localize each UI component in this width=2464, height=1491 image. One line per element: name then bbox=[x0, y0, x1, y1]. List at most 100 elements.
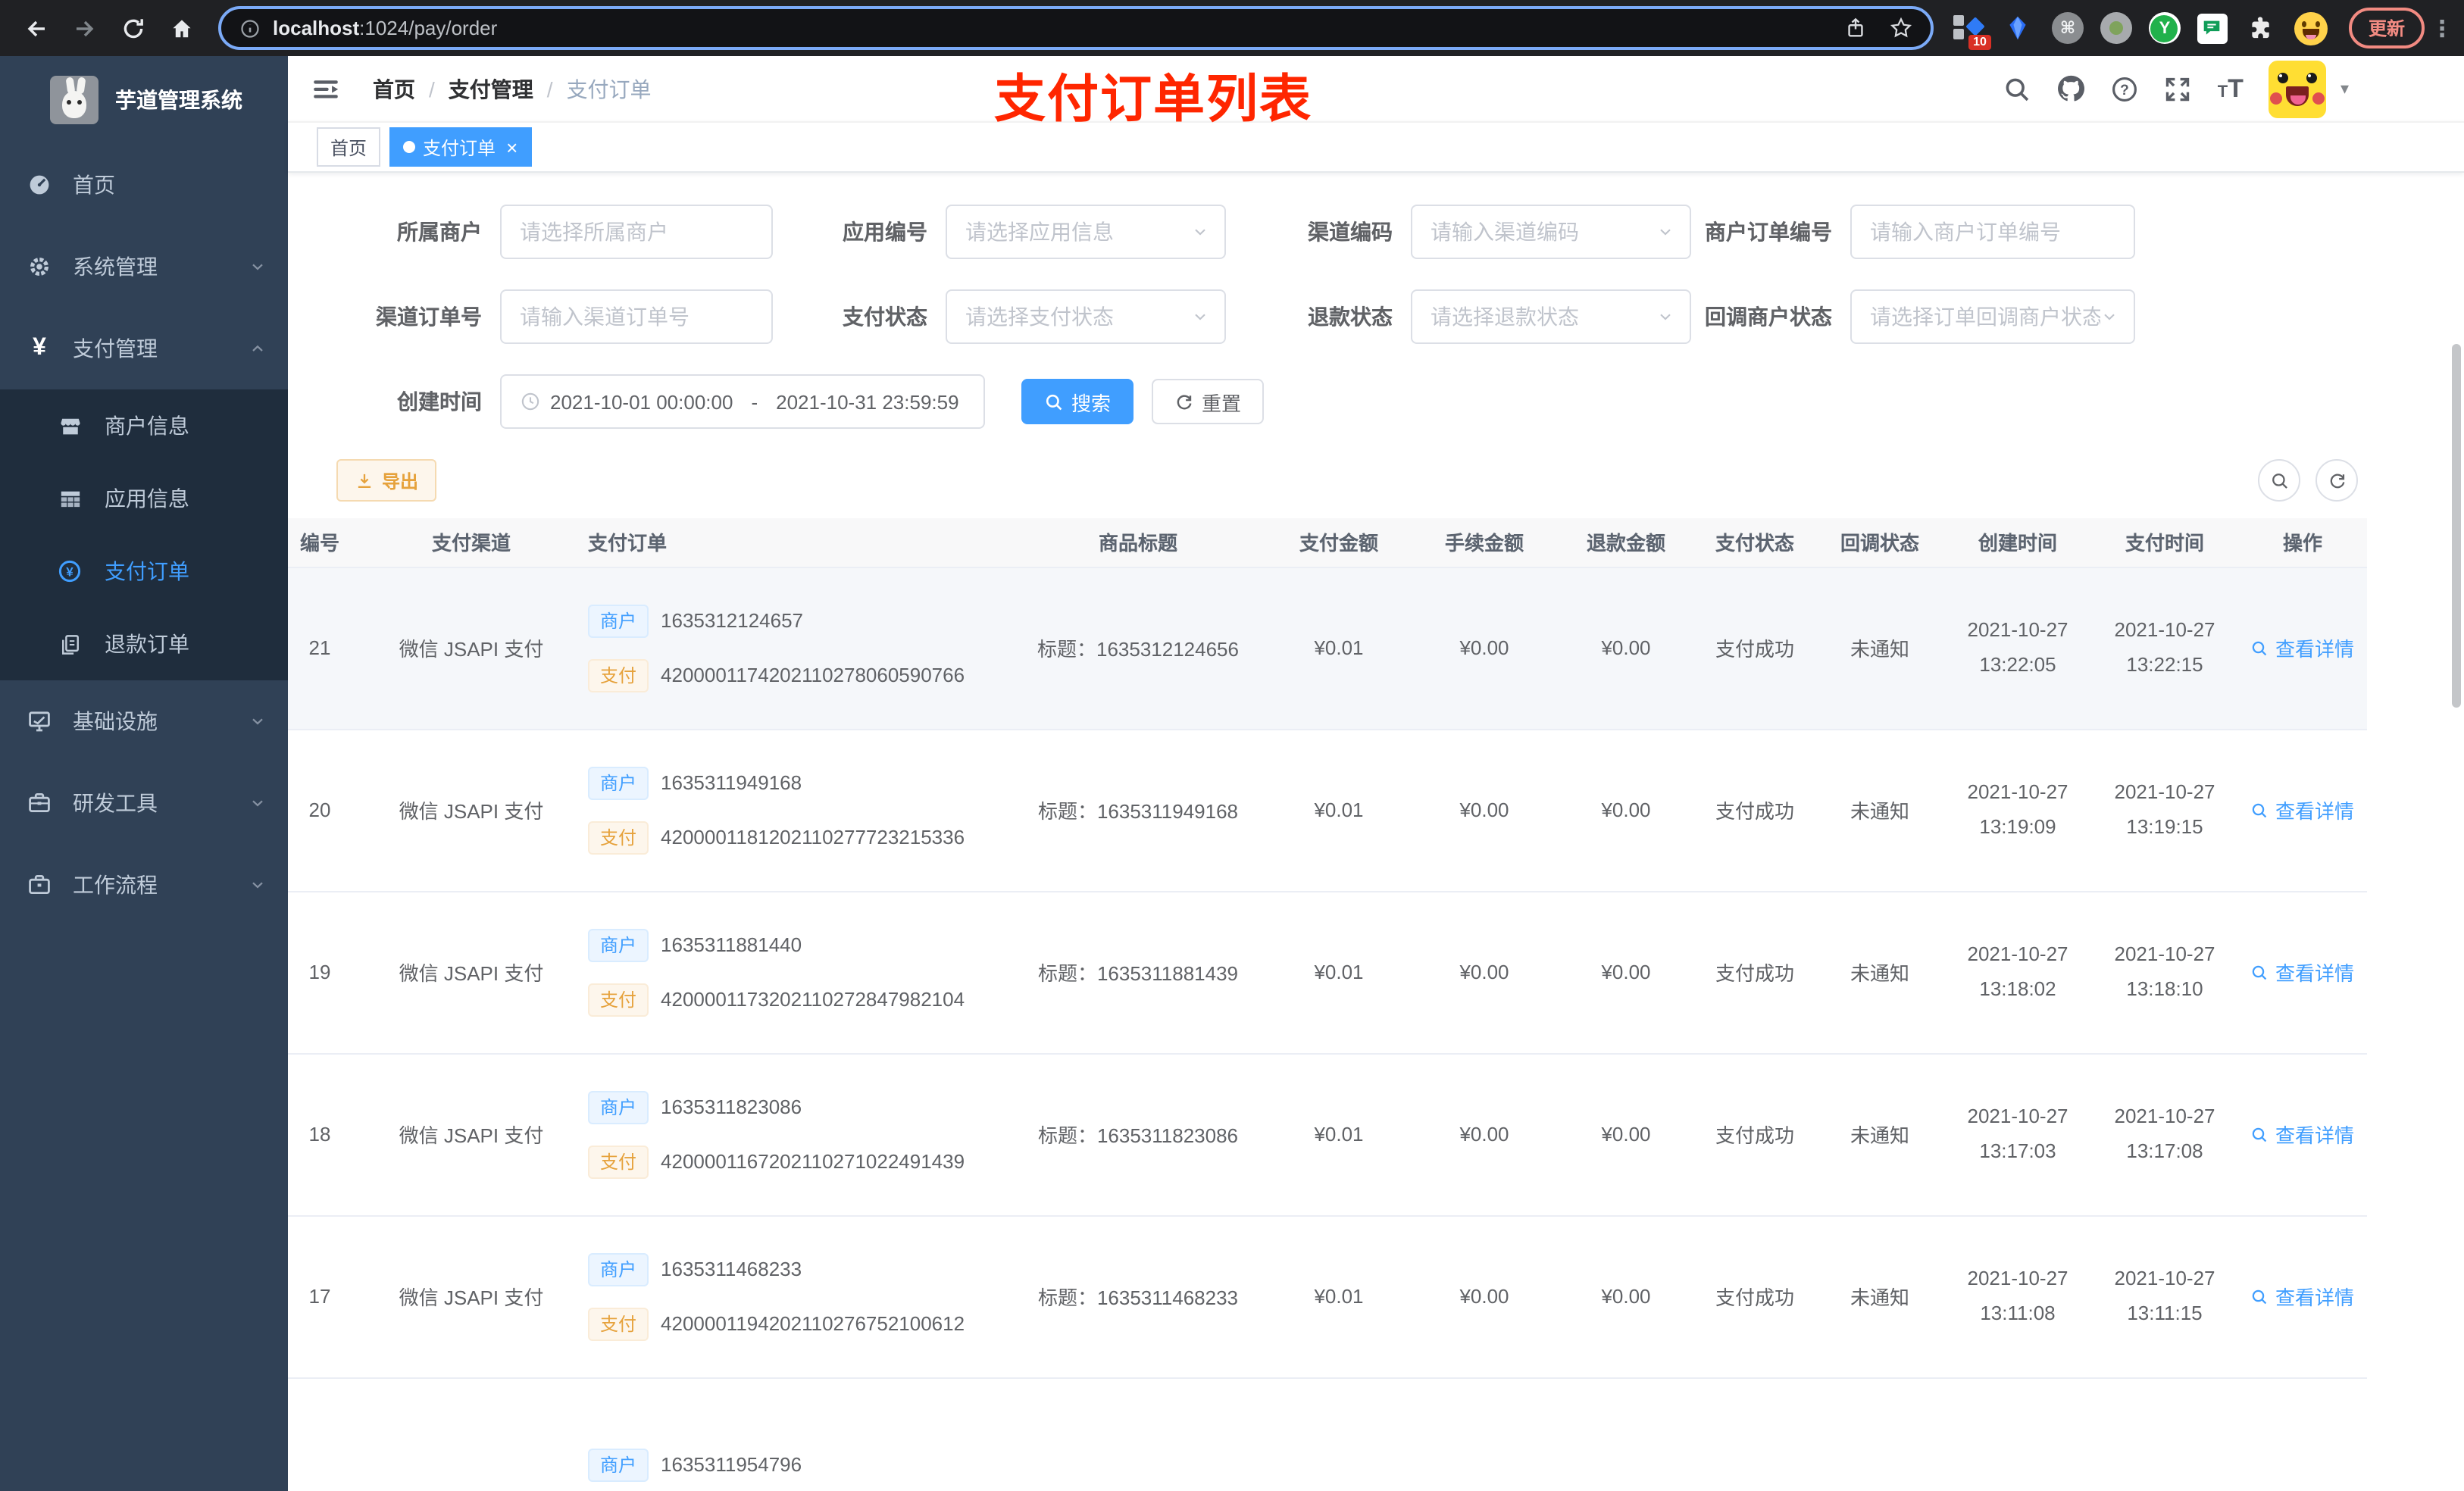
search-button[interactable]: 搜索 bbox=[1021, 379, 1134, 424]
extension-y-icon[interactable]: Y bbox=[2148, 12, 2181, 44]
chevron-down-icon bbox=[249, 876, 267, 894]
view-detail-link[interactable]: 查看详情 bbox=[2251, 1120, 2354, 1149]
merchant-tag: 商户 bbox=[588, 1448, 649, 1481]
sidebar-item-system[interactable]: 系统管理 bbox=[0, 226, 288, 308]
col-pay-order: 支付订单 bbox=[570, 518, 1009, 567]
cell-amount: ¥0.01 bbox=[1267, 891, 1411, 1054]
page-scrollbar[interactable] bbox=[2452, 344, 2461, 708]
cell-pay-order: 商户 1635311881440 支付 4200001173202110272847… bbox=[570, 891, 1009, 1054]
sidebar-item-label: 基础设施 bbox=[73, 709, 158, 733]
green-dot-icon bbox=[2109, 21, 2123, 35]
sidebar-item-pay-order[interactable]: ¥ 支付订单 bbox=[0, 535, 288, 608]
sidebar-logo[interactable]: 芋道管理系统 bbox=[0, 56, 288, 144]
view-detail-link[interactable]: 查看详情 bbox=[2251, 1282, 2354, 1311]
chevron-up-icon bbox=[249, 339, 267, 358]
sidebar-item-home[interactable]: 首页 bbox=[0, 144, 288, 226]
share-icon[interactable] bbox=[1844, 17, 1867, 39]
view-detail-link[interactable]: 查看详情 bbox=[2251, 796, 2354, 824]
cell-notify: 未通知 bbox=[1815, 891, 1944, 1054]
create-time-range-picker[interactable]: 2021-10-01 00:00:00 - 2021-10-31 23:59:5… bbox=[500, 374, 985, 429]
table-row[interactable]: 21 微信 JSAPI 支付 商户 1635312124657 支付 4200001… bbox=[288, 567, 2367, 730]
extension-dot-icon[interactable] bbox=[2100, 12, 2132, 44]
tag-home[interactable]: 首页 bbox=[317, 127, 381, 167]
app-select[interactable]: 请选择应用信息 bbox=[946, 205, 1226, 259]
notify-status-select[interactable]: 请选择订单回调商户状态 bbox=[1850, 289, 2135, 344]
extensions-puzzle-icon[interactable] bbox=[2244, 11, 2278, 45]
table-row[interactable]: 20 微信 JSAPI 支付 商户 1635311949168 支付 4200001… bbox=[288, 729, 2367, 892]
cell-actions: 查看详情 bbox=[2238, 729, 2367, 892]
sidebar-toggle-button[interactable] bbox=[312, 75, 339, 102]
table-row[interactable]: 19 微信 JSAPI 支付 商户 1635311881440 支付 4200001… bbox=[288, 891, 2367, 1054]
help-button[interactable]: ? bbox=[2112, 75, 2139, 102]
close-tag-icon[interactable]: × bbox=[506, 137, 518, 157]
fullscreen-button[interactable] bbox=[2165, 75, 2192, 102]
cell-refund: ¥0.00 bbox=[1558, 729, 1694, 892]
site-info-icon[interactable] bbox=[239, 17, 261, 39]
browser-forward-button[interactable] bbox=[65, 8, 105, 48]
shop-icon bbox=[58, 414, 82, 438]
toggle-search-button[interactable] bbox=[2258, 459, 2300, 502]
breadcrumb-home[interactable]: 首页 bbox=[373, 73, 415, 104]
cell-refund: ¥0.00 bbox=[1558, 1053, 1694, 1216]
reset-button[interactable]: 重置 bbox=[1152, 379, 1265, 424]
avatar-dropdown-caret[interactable]: ▾ bbox=[2340, 79, 2349, 98]
view-detail-link[interactable]: 查看详情 bbox=[2251, 633, 2354, 662]
avatar-eye-icon bbox=[2278, 72, 2289, 83]
sidebar-item-refund-order[interactable]: 退款订单 bbox=[0, 608, 288, 680]
merchant-order-no-input[interactable] bbox=[1850, 205, 2135, 259]
merchant-tag: 商户 bbox=[588, 928, 649, 961]
extension-command-icon[interactable]: ⌘ bbox=[2051, 12, 2084, 44]
refresh-icon bbox=[1177, 394, 1192, 409]
breadcrumb-pay-manage[interactable]: 支付管理 bbox=[449, 73, 533, 104]
sidebar-submenu-payment: 商户信息 应用信息 ¥ 支付订单 退款订单 bbox=[0, 389, 288, 680]
extension-gem-icon[interactable] bbox=[2002, 11, 2035, 45]
forward-icon bbox=[77, 20, 94, 36]
cell-create-time: 2021-10-27 13:17:03 bbox=[1944, 1053, 2091, 1216]
sidebar-item-infrastructure[interactable]: 基础设施 bbox=[0, 680, 288, 762]
extension-chat-icon[interactable] bbox=[2197, 13, 2228, 43]
pay-status-select[interactable]: 请选择支付状态 bbox=[946, 289, 1226, 344]
table-row[interactable]: 18 微信 JSAPI 支付 商户 1635311823086 支付 4200001… bbox=[288, 1053, 2367, 1216]
table-row-partial[interactable]: 商户 1635311954796 bbox=[288, 1377, 2367, 1491]
table-row[interactable]: 17 微信 JSAPI 支付 商户 1635311468233 支付 4200001… bbox=[288, 1215, 2367, 1378]
pay-tag: 支付 bbox=[588, 1307, 649, 1340]
font-size-button[interactable]: TT bbox=[2218, 73, 2244, 104]
tag-pay-order[interactable]: 支付订单 × bbox=[389, 127, 532, 167]
url-bar[interactable]: localhost:1024/pay/order bbox=[218, 6, 1934, 50]
browser-reload-button[interactable] bbox=[114, 8, 153, 48]
browser-back-button[interactable] bbox=[17, 8, 56, 48]
date-start-value[interactable]: 2021-10-01 00:00:00 bbox=[550, 390, 733, 413]
view-detail-link[interactable]: 查看详情 bbox=[2251, 958, 2354, 986]
sidebar-item-dev-tools[interactable]: 研发工具 bbox=[0, 762, 288, 844]
user-avatar[interactable] bbox=[2269, 60, 2327, 117]
channel-order-no-input[interactable] bbox=[500, 289, 773, 344]
refund-status-select[interactable]: 请选择退款状态 bbox=[1411, 289, 1691, 344]
merchant-select-input[interactable] bbox=[500, 205, 773, 259]
channel-code-select[interactable]: 请输入渠道编码 bbox=[1411, 205, 1691, 259]
sidebar-item-workflow[interactable]: 工作流程 bbox=[0, 844, 288, 926]
avatar-mouth-icon bbox=[2286, 86, 2309, 105]
cell-pay-time: 2021-10-27 13:11:15 bbox=[2091, 1215, 2238, 1378]
filter-label: 退款状态 bbox=[1308, 305, 1393, 329]
cell-notify: 未通知 bbox=[1815, 729, 1944, 892]
bookmark-star-icon[interactable] bbox=[1890, 17, 1912, 39]
browser-update-button[interactable]: 更新 bbox=[2348, 8, 2425, 48]
sidebar-item-payment[interactable]: ¥ 支付管理 bbox=[0, 308, 288, 389]
extension-blocks-icon[interactable]: 10 bbox=[1952, 11, 1991, 49]
browser-menu-button[interactable]: ⋮ bbox=[2431, 14, 2453, 42]
cell-pay-time: 2021-10-27 13:17:08 bbox=[2091, 1053, 2238, 1216]
extension-emoji-icon[interactable] bbox=[2294, 11, 2328, 45]
header-search-button[interactable] bbox=[2004, 75, 2031, 102]
refresh-table-button[interactable] bbox=[2315, 459, 2358, 502]
github-button[interactable] bbox=[2057, 74, 2086, 103]
sidebar-item-app-info[interactable]: 应用信息 bbox=[0, 462, 288, 535]
date-end-value[interactable]: 2021-10-31 23:59:59 bbox=[776, 390, 958, 413]
browser-home-button[interactable] bbox=[162, 8, 202, 48]
export-button[interactable]: 导出 bbox=[336, 459, 437, 502]
sidebar-item-merchant-info[interactable]: 商户信息 bbox=[0, 389, 288, 462]
cell-create-time: 2021-10-27 13:22:05 bbox=[1944, 567, 2091, 730]
y-glyph: Y bbox=[2150, 14, 2178, 42]
cell-id bbox=[288, 1377, 373, 1491]
col-title: 商品标题 bbox=[1009, 518, 1267, 567]
table-grid-icon bbox=[58, 486, 82, 511]
